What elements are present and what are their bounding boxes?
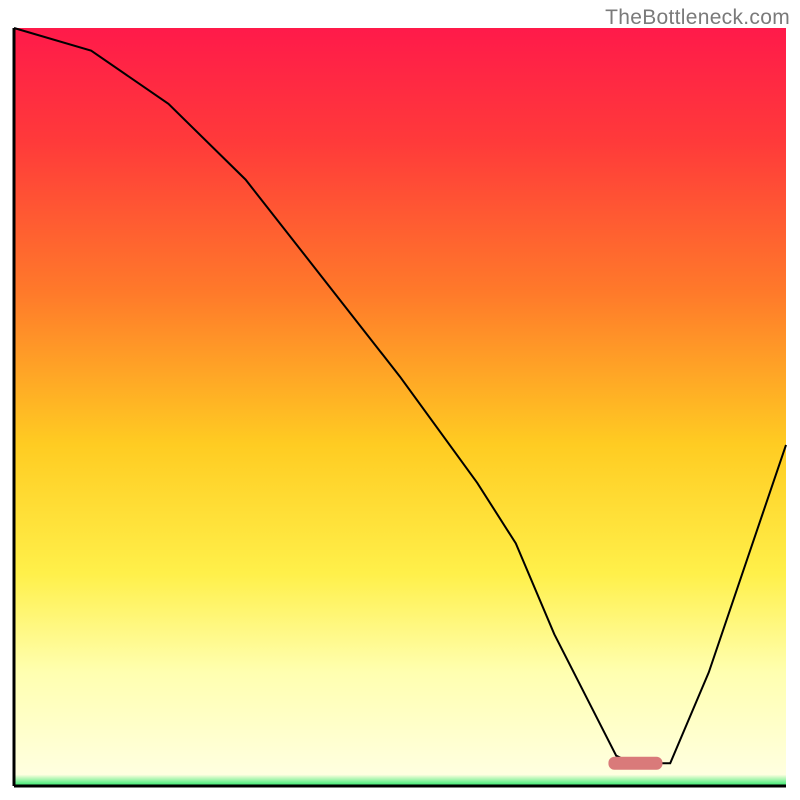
bottleneck-chart <box>0 0 800 800</box>
watermark-label: TheBottleneck.com <box>605 6 790 30</box>
chart-stage: TheBottleneck.com <box>0 0 800 800</box>
optimal-range-marker <box>608 757 662 770</box>
plot-background <box>14 28 786 786</box>
